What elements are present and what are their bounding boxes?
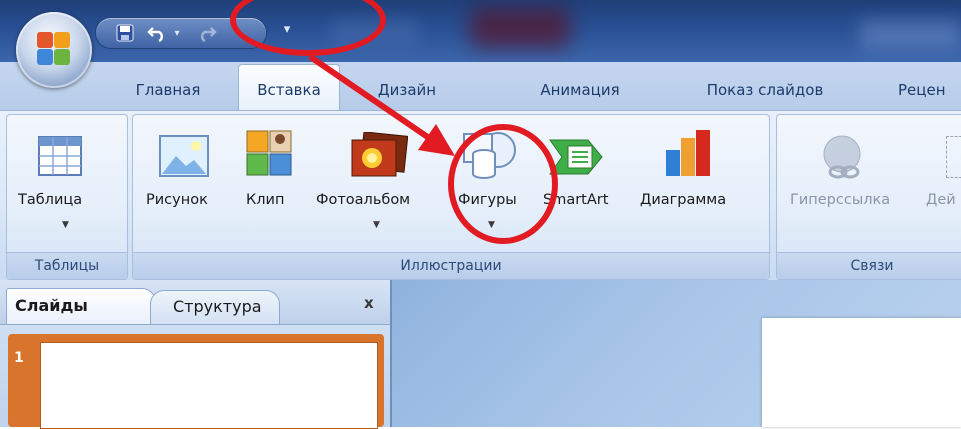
annotation-circle <box>448 124 558 244</box>
chevron-down-icon[interactable]: ▼ <box>373 220 380 230</box>
close-icon[interactable]: x <box>364 294 374 312</box>
table-icon[interactable] <box>38 136 82 176</box>
office-button[interactable] <box>16 12 92 88</box>
table-button[interactable]: Таблица <box>18 192 82 208</box>
tab-review[interactable]: Рецен <box>898 72 961 108</box>
hyperlink-button[interactable]: Гиперссылка <box>790 192 890 208</box>
tab-animation[interactable]: Анимация <box>522 72 638 108</box>
picture-button[interactable]: Рисунок <box>146 192 208 208</box>
redo-icon[interactable] <box>194 21 220 45</box>
chevron-down-icon[interactable]: ▼ <box>62 220 69 230</box>
group-label: Таблицы <box>7 252 127 279</box>
chart-icon[interactable] <box>664 128 712 178</box>
slide-number: 1 <box>14 350 24 366</box>
tab-slide-show[interactable]: Показ слайдов <box>680 72 850 108</box>
tab-outline[interactable]: Структура <box>150 290 280 324</box>
save-icon[interactable] <box>112 21 138 45</box>
action-button[interactable]: Дей <box>926 192 956 208</box>
tab-home[interactable]: Главная <box>122 72 214 108</box>
clip-art-icon[interactable] <box>246 130 292 176</box>
hyperlink-icon[interactable] <box>818 134 866 182</box>
photo-album-icon[interactable] <box>348 131 409 178</box>
title-bar-background <box>470 8 570 48</box>
tab-insert[interactable]: Вставка <box>238 64 340 111</box>
group-label: Иллюстрации <box>133 252 769 279</box>
slide-thumbnail[interactable] <box>40 342 378 429</box>
group-label: Связи <box>777 252 961 279</box>
slide-canvas[interactable] <box>762 318 961 427</box>
picture-icon[interactable] <box>158 134 210 178</box>
title-bar-background <box>860 20 961 50</box>
undo-icon[interactable] <box>144 21 170 45</box>
chart-button[interactable]: Диаграмма <box>640 192 726 208</box>
tab-slides[interactable]: Слайды <box>6 288 156 324</box>
office-logo-icon <box>37 32 71 66</box>
photo-album-button[interactable]: Фотоальбом <box>316 192 410 208</box>
clip-art-button[interactable]: Клип <box>246 192 284 208</box>
action-icon[interactable] <box>946 136 961 178</box>
undo-dropdown-icon[interactable]: ▾ <box>170 21 184 45</box>
tab-design[interactable]: Дизайн <box>368 72 446 108</box>
